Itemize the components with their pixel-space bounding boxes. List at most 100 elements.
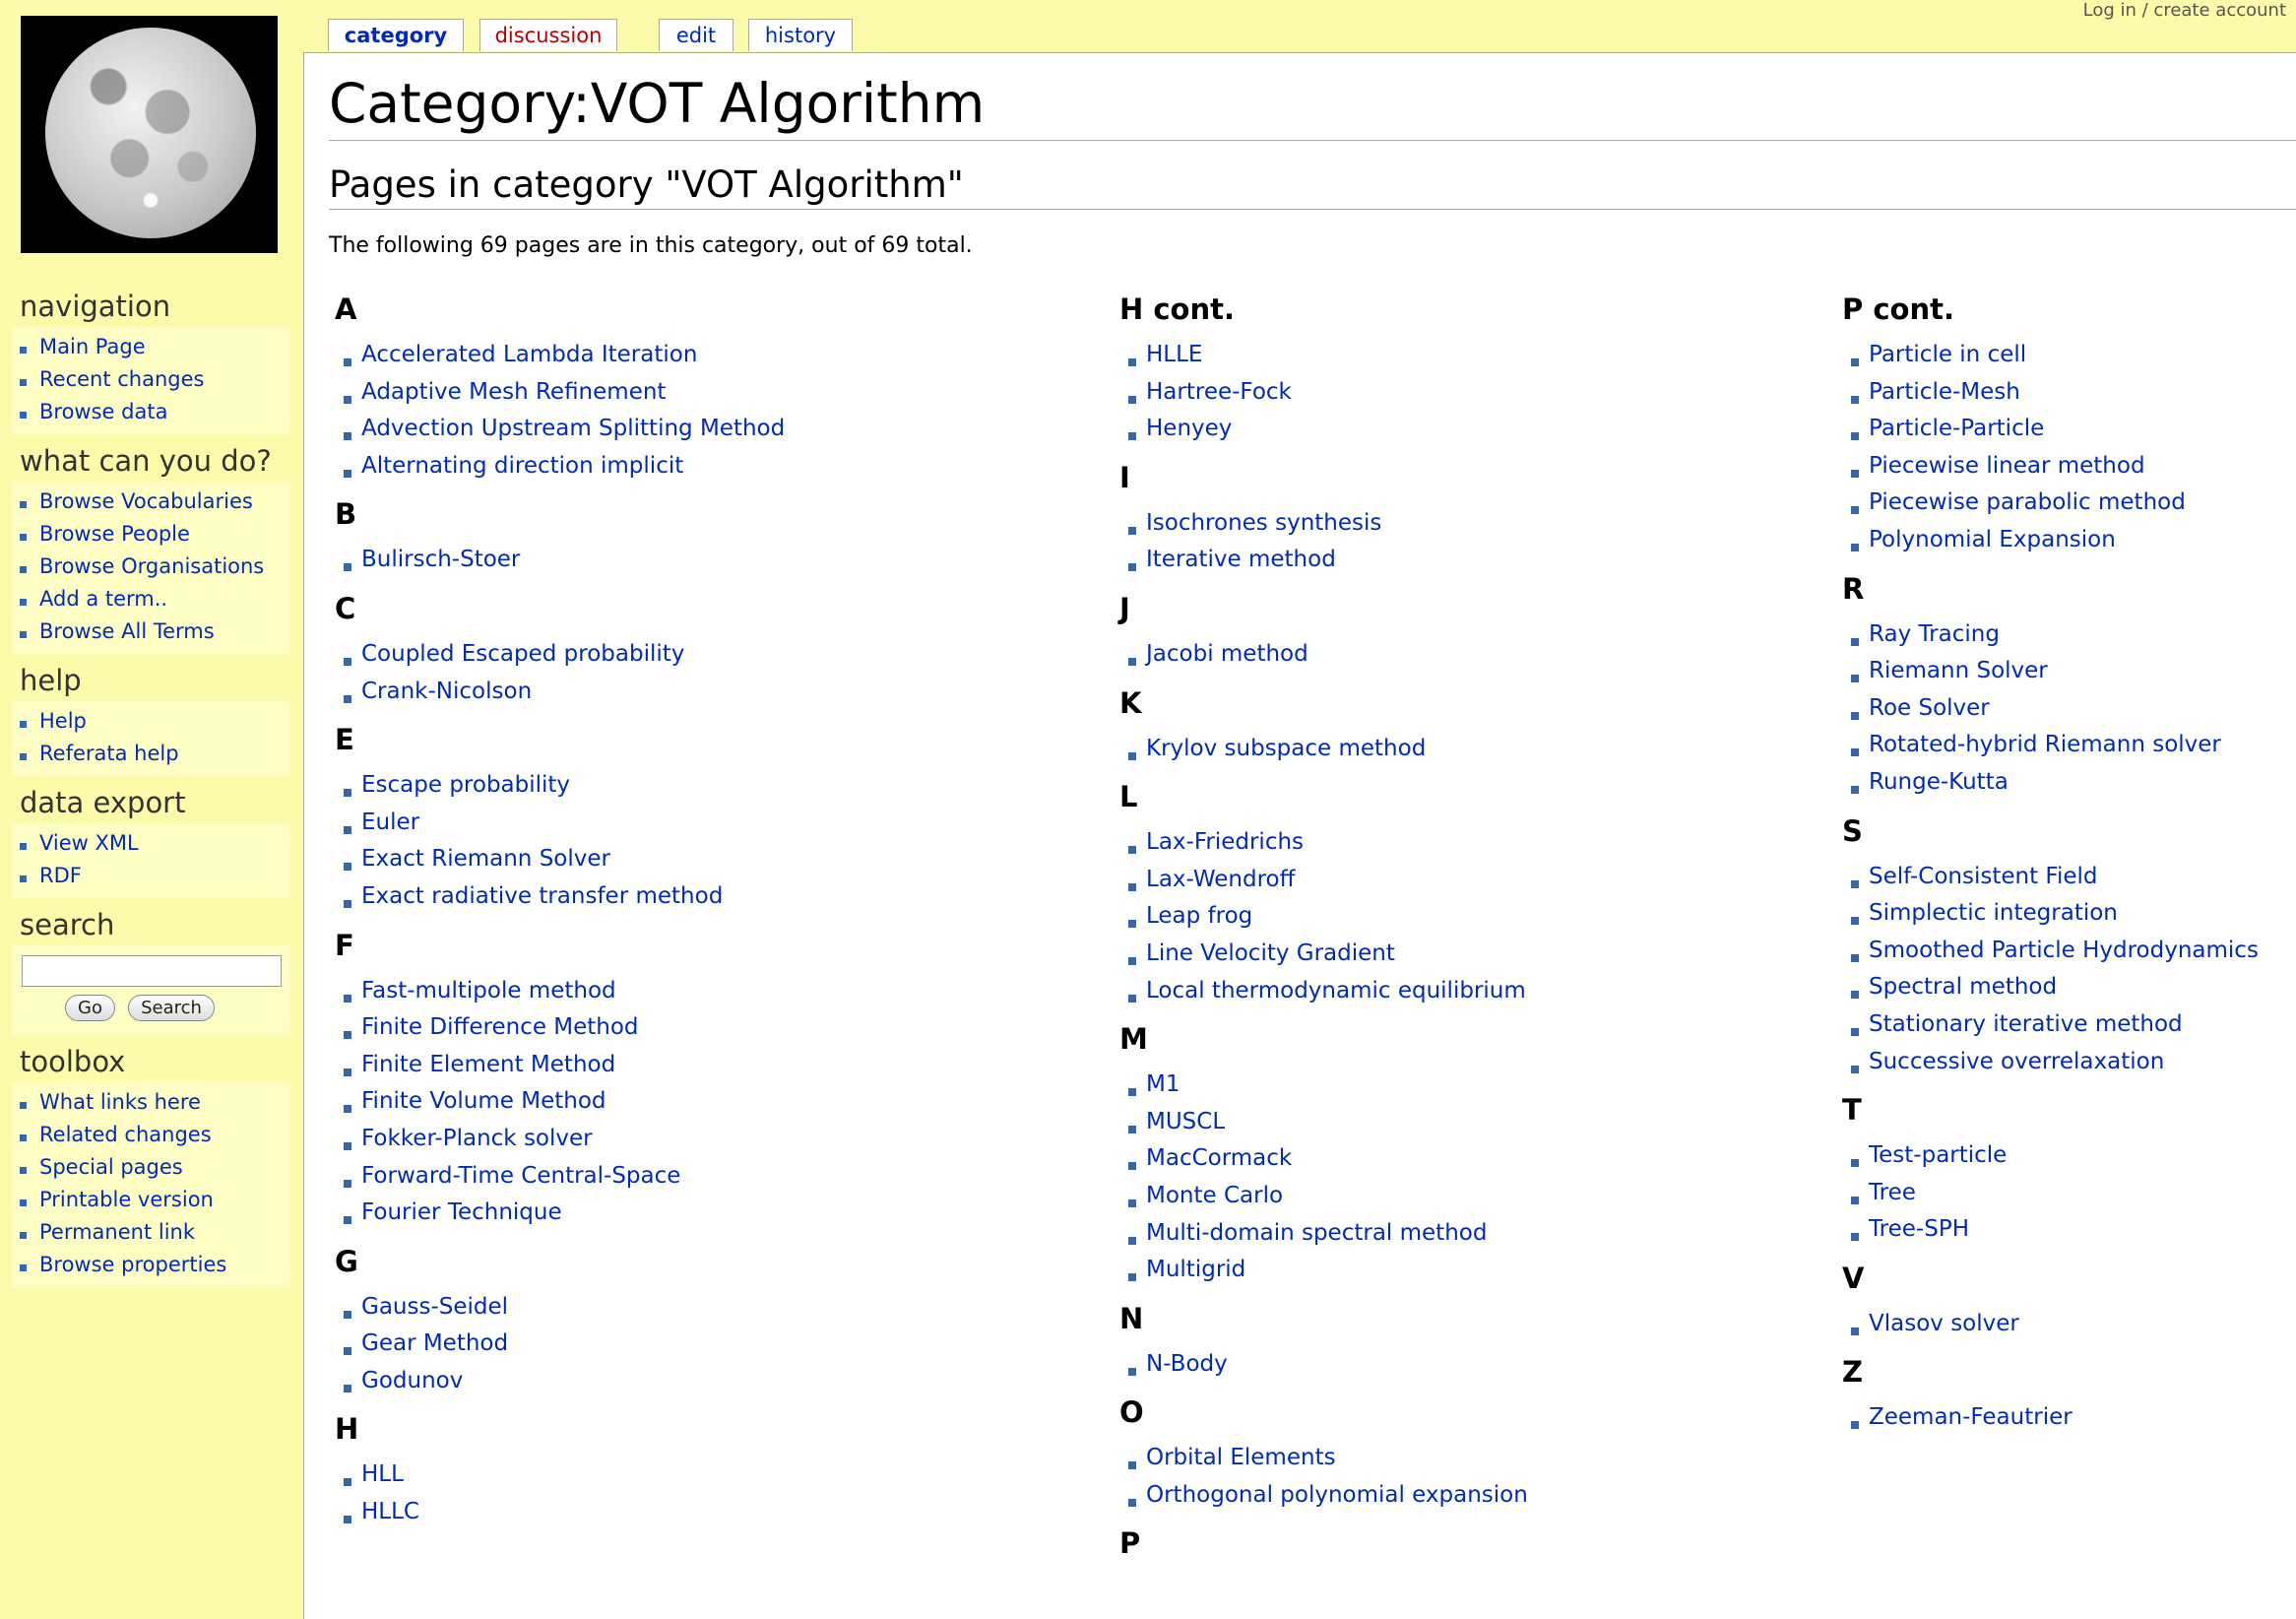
list-item-link[interactable]: Successive overrelaxation — [1842, 1044, 2259, 1081]
link-text[interactable]: Henyey — [1146, 416, 1232, 441]
list-item-link[interactable]: Roe Solver — [1842, 690, 2259, 728]
list-item-link[interactable]: Piecewise linear method — [1842, 448, 2259, 486]
link-text[interactable]: Related changes — [39, 1123, 212, 1146]
list-item-link[interactable]: Hartree-Fock — [1119, 374, 1528, 412]
list-item-link[interactable]: Leap frog — [1119, 898, 1528, 936]
link-text[interactable]: Particle-Particle — [1869, 416, 2044, 441]
link-text[interactable]: Browse properties — [39, 1253, 226, 1276]
link-text[interactable]: Browse People — [39, 522, 190, 546]
list-item-link[interactable]: Piecewise parabolic method — [1842, 485, 2259, 522]
link-text[interactable]: Alternating direction implicit — [361, 453, 683, 479]
list-item-link[interactable]: Browse properties — [12, 1249, 290, 1281]
user-links[interactable]: Log in / create account — [2083, 0, 2286, 21]
list-item-link[interactable]: Spectral method — [1842, 969, 2259, 1006]
list-item-link[interactable]: Runge-Kutta — [1842, 764, 2259, 802]
list-item-link[interactable]: Escape probability — [335, 767, 785, 805]
link-text[interactable]: Special pages — [39, 1155, 183, 1179]
list-item-link[interactable]: Iterative method — [1119, 542, 1528, 579]
link-text[interactable]: Recent changes — [39, 367, 204, 391]
link-text[interactable]: Exact Riemann Solver — [361, 846, 610, 872]
list-item-link[interactable]: Smoothed Particle Hydrodynamics — [1842, 933, 2259, 970]
link-text[interactable]: Tree — [1869, 1180, 1916, 1205]
list-item-link[interactable]: MacCormack — [1119, 1140, 1528, 1178]
list-item-link[interactable]: Krylov subspace method — [1119, 731, 1528, 768]
list-item-link[interactable]: View XML — [12, 827, 290, 860]
site-logo[interactable] — [21, 16, 278, 253]
list-item-link[interactable]: Orbital Elements — [1119, 1440, 1528, 1477]
link-text[interactable]: HLL — [361, 1461, 404, 1487]
list-item-link[interactable]: Local thermodynamic equilibrium — [1119, 973, 1528, 1010]
link-text[interactable]: Jacobi method — [1146, 641, 1308, 667]
link-text[interactable]: Successive overrelaxation — [1869, 1049, 2164, 1074]
link-text[interactable]: Help — [39, 709, 87, 733]
list-item-link[interactable]: Particle-Mesh — [1842, 374, 2259, 412]
list-item-link[interactable]: HLLC — [335, 1494, 785, 1531]
list-item-link[interactable]: Permanent link — [12, 1216, 290, 1249]
tab-discussion[interactable]: discussion — [479, 19, 617, 51]
list-item-link[interactable]: Gauss-Seidel — [335, 1289, 785, 1327]
link-text[interactable]: Orbital Elements — [1146, 1445, 1336, 1470]
list-item-link[interactable]: HLLE — [1119, 337, 1528, 374]
link-text[interactable]: Lax-Wendroff — [1146, 867, 1295, 892]
link-text[interactable]: Test-particle — [1869, 1142, 2007, 1168]
link-text[interactable]: Lax-Friedrichs — [1146, 829, 1304, 855]
link-text[interactable]: Browse All Terms — [39, 619, 215, 643]
list-item-link[interactable]: Fast-multipole method — [335, 973, 785, 1010]
link-text[interactable]: Finite Volume Method — [361, 1088, 606, 1114]
link-text[interactable]: Browse Organisations — [39, 554, 264, 578]
list-item-link[interactable]: Advection Upstream Splitting Method — [335, 411, 785, 448]
link-text[interactable]: MacCormack — [1146, 1145, 1292, 1171]
list-item-link[interactable]: Particle-Particle — [1842, 411, 2259, 448]
link-text[interactable]: Monte Carlo — [1146, 1183, 1283, 1208]
link-text[interactable]: Line Velocity Gradient — [1146, 940, 1395, 966]
list-item-link[interactable]: Browse data — [12, 396, 290, 428]
link-text[interactable]: Particle-Mesh — [1869, 379, 2020, 405]
list-item-link[interactable]: Riemann Solver — [1842, 653, 2259, 690]
list-item-link[interactable]: Exact radiative transfer method — [335, 878, 785, 916]
link-text[interactable]: HLLC — [361, 1499, 419, 1524]
list-item-link[interactable]: Tree — [1842, 1175, 2259, 1212]
list-item-link[interactable]: Bulirsch-Stoer — [335, 542, 785, 579]
link-text[interactable]: Coupled Escaped probability — [361, 641, 684, 667]
link-text[interactable]: Euler — [361, 810, 419, 835]
link-text[interactable]: Printable version — [39, 1188, 214, 1211]
list-item-link[interactable]: Coupled Escaped probability — [335, 636, 785, 674]
link-text[interactable]: Exact radiative transfer method — [361, 883, 723, 909]
list-item-link[interactable]: Tree-SPH — [1842, 1211, 2259, 1249]
list-item-link[interactable]: Finite Volume Method — [335, 1083, 785, 1121]
link-text[interactable]: Finite Element Method — [361, 1052, 615, 1077]
list-item-link[interactable]: Special pages — [12, 1151, 290, 1184]
list-item-link[interactable]: Related changes — [12, 1119, 290, 1151]
link-text[interactable]: Browse Vocabularies — [39, 489, 253, 513]
list-item-link[interactable]: Ray Tracing — [1842, 616, 2259, 654]
list-item-link[interactable]: Browse People — [12, 518, 290, 550]
link-text[interactable]: RDF — [39, 864, 82, 887]
list-item-link[interactable]: Self-Consistent Field — [1842, 859, 2259, 896]
link-text[interactable]: Orthogonal polynomial expansion — [1146, 1482, 1528, 1508]
list-item-link[interactable]: Godunov — [335, 1363, 785, 1400]
list-item-link[interactable]: Accelerated Lambda Iteration — [335, 337, 785, 374]
link-text[interactable]: Permanent link — [39, 1220, 195, 1244]
list-item-link[interactable]: Crank-Nicolson — [335, 674, 785, 711]
list-item-link[interactable]: What links here — [12, 1086, 290, 1119]
link-text[interactable]: Local thermodynamic equilibrium — [1146, 978, 1526, 1004]
link-text[interactable]: Escape probability — [361, 772, 570, 798]
link-text[interactable]: Accelerated Lambda Iteration — [361, 342, 697, 367]
search-input[interactable] — [22, 955, 282, 987]
list-item-link[interactable]: Zeeman-Feautrier — [1842, 1399, 2259, 1437]
tab-history[interactable]: history — [748, 19, 853, 51]
list-item-link[interactable]: Exact Riemann Solver — [335, 841, 785, 878]
list-item-link[interactable]: Vlasov solver — [1842, 1306, 2259, 1343]
search-button[interactable]: Search — [128, 995, 215, 1021]
list-item-link[interactable]: Orthogonal polynomial expansion — [1119, 1477, 1528, 1515]
link-text[interactable]: Rotated-hybrid Riemann solver — [1869, 732, 2221, 757]
link-text[interactable]: Gauss-Seidel — [361, 1294, 508, 1320]
link-text[interactable]: Vlasov solver — [1869, 1311, 2019, 1336]
link-text[interactable]: Tree-SPH — [1869, 1216, 1969, 1242]
list-item-link[interactable]: Browse Vocabularies — [12, 486, 290, 518]
list-item-link[interactable]: Monte Carlo — [1119, 1178, 1528, 1215]
link-text[interactable]: N-Body — [1146, 1351, 1228, 1377]
link-text[interactable]: Hartree-Fock — [1146, 379, 1292, 405]
list-item-link[interactable]: HLL — [335, 1457, 785, 1494]
list-item-link[interactable]: Recent changes — [12, 363, 290, 396]
